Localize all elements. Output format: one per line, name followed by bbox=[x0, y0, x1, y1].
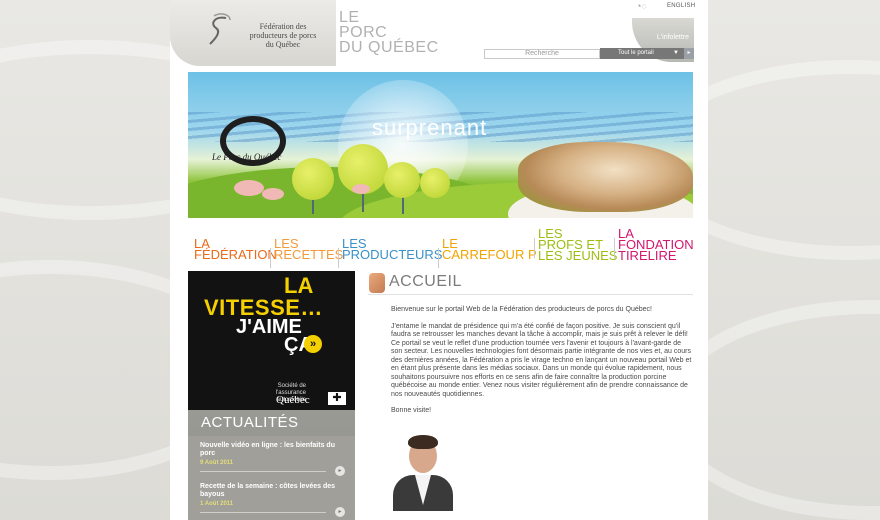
infolettre-label: L'infolettre bbox=[656, 34, 689, 41]
divider bbox=[368, 294, 693, 295]
quebec-flag-icon bbox=[328, 392, 346, 405]
divider bbox=[200, 512, 326, 513]
chevron-down-icon: ▼ bbox=[673, 50, 679, 56]
english-link[interactable]: ENGLISH bbox=[667, 3, 695, 9]
divider bbox=[200, 471, 326, 472]
main-nav: LA FÉDÉRATION LES RECETTES LES PRODUCTEURS … bbox=[188, 227, 694, 268]
arrow-right-icon: ▸ bbox=[687, 50, 691, 56]
site-title[interactable]: LE PORC DU QUÉBEC bbox=[339, 10, 439, 56]
paragraph: J'entame le mandat de présidence qui m'a… bbox=[391, 322, 692, 398]
search-scope-value: Tout le portail bbox=[618, 50, 654, 56]
nav-item-carrefour-p[interactable]: LE CARREFOUR P bbox=[438, 237, 537, 268]
language-switch[interactable]: ◔◌ ENGLISH bbox=[630, 0, 700, 14]
double-chevron-icon: » bbox=[304, 335, 322, 353]
search-submit-button[interactable]: ▸ bbox=[684, 48, 694, 59]
news-panel: ACTUALITÉS Nouvelle vidéo en ligne : les… bbox=[188, 410, 355, 520]
welcome-text: Bienvenue sur le portail Web de la Fédér… bbox=[391, 306, 693, 424]
search-scope-select[interactable]: Tout le portail ▼ bbox=[600, 48, 684, 59]
q-logo-icon: ◔◌ bbox=[636, 1, 647, 11]
hero-banner: Le Porc du Québec surprenant bbox=[188, 72, 693, 218]
banner-slogan: surprenant bbox=[372, 115, 488, 140]
saaq-ad[interactable]: LA VITESSE… J'AIME ÇA » Société de l'ass… bbox=[188, 271, 355, 410]
paragraph: Bonne visite! bbox=[391, 407, 432, 414]
news-list: Nouvelle vidéo en ligne : les bienfaits … bbox=[188, 436, 355, 520]
president-portrait bbox=[391, 431, 455, 511]
arrow-right-icon[interactable]: ▸ bbox=[335, 466, 345, 476]
ad-line-1: LA bbox=[284, 273, 314, 298]
ad-quebec: Québec bbox=[276, 394, 310, 406]
food-image bbox=[518, 142, 693, 212]
news-item-title[interactable]: Nouvelle vidéo en ligne : les bienfaits … bbox=[200, 442, 340, 458]
federation-name: Fédération des producteurs de porcs du Q… bbox=[249, 22, 317, 49]
nav-item-producteurs[interactable]: LES PRODUCTEURS bbox=[337, 237, 442, 268]
arrow-right-icon[interactable]: ▸ bbox=[335, 507, 345, 517]
news-item[interactable]: Recette de la semaine : côtes levées des… bbox=[200, 483, 345, 517]
page-title: ACCUEIL bbox=[389, 273, 462, 290]
news-item-date: 1 Août 2011 bbox=[200, 501, 234, 507]
home-icon bbox=[369, 273, 385, 293]
nav-item-federation[interactable]: LA FÉDÉRATION bbox=[194, 237, 277, 261]
nav-item-fondation-tirelire[interactable]: LA FONDATION TIRELIRE bbox=[614, 227, 694, 262]
nav-item-recettes[interactable]: LES RECETTES bbox=[269, 237, 343, 268]
search-input[interactable]: Recherche bbox=[484, 49, 600, 59]
news-item-title[interactable]: Recette de la semaine : côtes levées des… bbox=[200, 483, 340, 499]
news-item-date: 9 Août 2011 bbox=[200, 460, 234, 466]
news-title: ACTUALITÉS bbox=[201, 414, 299, 431]
nav-item-profs-et-jeunes[interactable]: LES PROFS ET LES JEUNES bbox=[533, 227, 617, 262]
banner-brand: Le Porc du Québec bbox=[212, 152, 282, 162]
paragraph: Bienvenue sur le portail Web de la Fédér… bbox=[391, 306, 652, 313]
news-item[interactable]: Nouvelle vidéo en ligne : les bienfaits … bbox=[200, 442, 345, 476]
federation-logo[interactable]: Fédération des producteurs de porcs du Q… bbox=[170, 0, 336, 66]
